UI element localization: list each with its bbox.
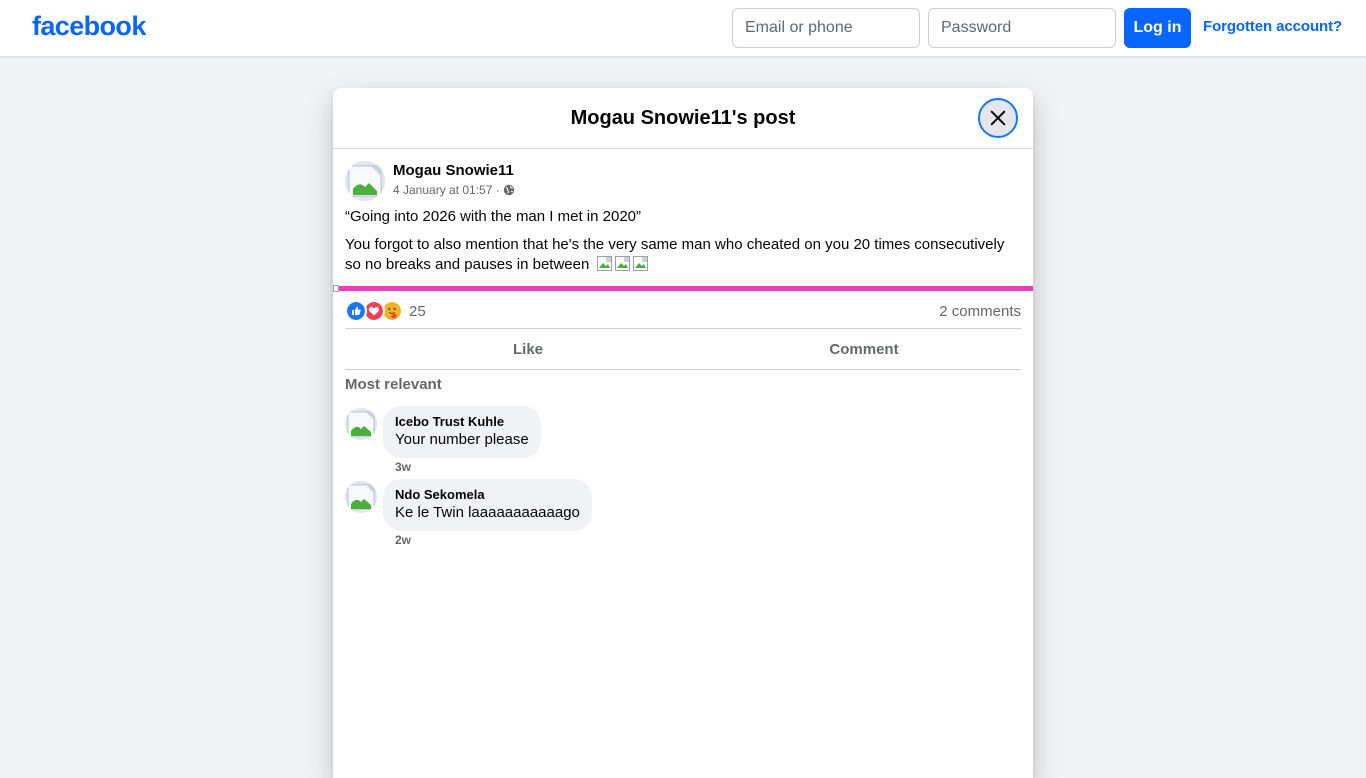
post-image[interactable]: [333, 286, 1033, 291]
divider: [345, 369, 1021, 370]
comments-count[interactable]: 2 comments: [939, 303, 1021, 320]
post-timestamp[interactable]: 4 January at 01:57 ·: [393, 183, 500, 197]
reaction-count: 25: [409, 302, 426, 320]
comment-time[interactable]: 3w: [395, 460, 411, 474]
comment-sort-dropdown[interactable]: Most relevant: [345, 376, 442, 393]
close-button[interactable]: [978, 98, 1018, 138]
post-body-text: You forgot to also mention that he's the…: [345, 236, 1005, 273]
email-input[interactable]: [732, 8, 920, 48]
comment-button[interactable]: Comment: [696, 332, 1032, 366]
reaction-summary[interactable]: 25: [345, 300, 426, 322]
commenter-name[interactable]: Icebo Trust Kuhle: [395, 414, 529, 430]
dialog-title: Mogau Snowie11's post: [570, 107, 796, 129]
post-dialog: Mogau Snowie11's post Mogau Snowie11 4 J…: [333, 88, 1033, 778]
globe-icon: [503, 184, 514, 196]
commenter-avatar[interactable]: [345, 408, 377, 440]
post-meta: 4 January at 01:57 ·: [393, 183, 515, 197]
author-avatar[interactable]: [345, 161, 385, 201]
commenter-name[interactable]: Ndo Sekomela: [395, 487, 580, 503]
author-name[interactable]: Mogau Snowie11: [393, 162, 514, 179]
post-body: You forgot to also mention that he's the…: [345, 235, 1021, 275]
comment-bubble: Icebo Trust Kuhle Your number please: [383, 406, 541, 458]
like-button[interactable]: Like: [360, 332, 696, 366]
close-icon: [990, 110, 1006, 126]
broken-image-icon: [333, 285, 339, 292]
commenter-avatar[interactable]: [345, 481, 377, 513]
password-input[interactable]: [928, 8, 1116, 48]
forgotten-account-link[interactable]: Forgotten account?: [1203, 18, 1342, 35]
top-navigation-bar: facebook Log in Forgotten account?: [0, 0, 1366, 56]
dialog-header: Mogau Snowie11's post: [333, 88, 1033, 149]
broken-emoji-icon: [614, 256, 630, 271]
broken-emoji-icon: [632, 256, 648, 271]
post-quote: “Going into 2026 with the man I met in 2…: [345, 208, 642, 225]
broken-emoji-icon: [596, 256, 612, 271]
facebook-logo[interactable]: facebook: [32, 11, 146, 42]
comment-text: Ke le Twin laaaaaaaaaaago: [395, 504, 580, 521]
login-button[interactable]: Log in: [1124, 8, 1191, 48]
like-reaction-icon: [345, 300, 367, 322]
comment-time[interactable]: 2w: [395, 533, 411, 547]
comment-bubble: Ndo Sekomela Ke le Twin laaaaaaaaaaago: [383, 479, 592, 531]
divider: [345, 328, 1021, 329]
comment-text: Your number please: [395, 431, 529, 448]
